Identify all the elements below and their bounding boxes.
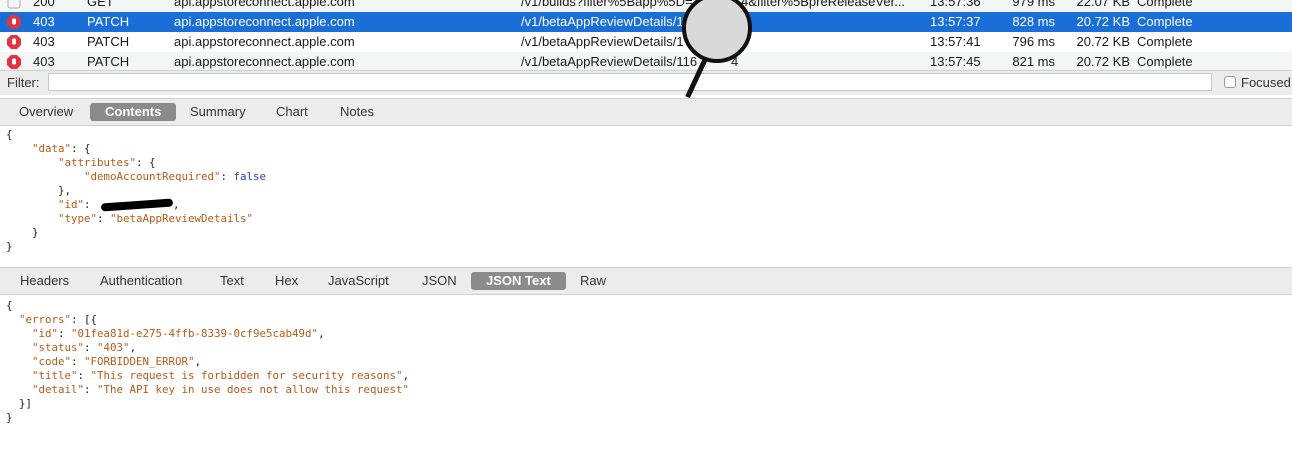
- method: PATCH: [87, 54, 130, 69]
- completion-status: Complete: [1137, 34, 1193, 49]
- host: api.appstoreconnect.apple.com: [174, 34, 355, 49]
- method: PATCH: [87, 34, 130, 49]
- request-tabbar: Overview Contents Summary Chart Notes: [0, 98, 1292, 126]
- info-icon: [7, 0, 21, 9]
- duration: 828 ms: [1012, 14, 1055, 29]
- tab-json[interactable]: JSON: [407, 272, 472, 290]
- tab-chart[interactable]: Chart: [261, 103, 323, 121]
- duration: 796 ms: [1012, 34, 1055, 49]
- duration: 979 ms: [1012, 0, 1055, 9]
- request-list: 200 GET api.appstoreconnect.apple.com /v…: [0, 0, 1292, 70]
- completion-status: Complete: [1137, 0, 1193, 9]
- stop-hand-icon: [7, 15, 21, 29]
- request-json-body: { "data": { "attributes": { "demoAccount…: [6, 128, 267, 253]
- size: 20.72 KB: [1076, 34, 1131, 49]
- filter-input[interactable]: [48, 73, 1212, 91]
- status-code: 403: [33, 14, 55, 29]
- tab-raw[interactable]: Raw: [565, 272, 621, 290]
- tab-contents[interactable]: Contents: [90, 103, 177, 121]
- size: 20.72 KB: [1076, 54, 1131, 69]
- time: 13:57:37: [930, 14, 981, 29]
- redaction-mark: [100, 198, 174, 212]
- tab-javascript[interactable]: JavaScript: [313, 272, 404, 290]
- status-code: 403: [33, 34, 55, 49]
- response-tabbar: Headers Authentication Text Hex JavaScri…: [0, 267, 1292, 295]
- tab-overview[interactable]: Overview: [4, 103, 88, 121]
- tab-authentication[interactable]: Authentication: [85, 272, 197, 290]
- request-row[interactable]: 403 PATCH api.appstoreconnect.apple.com …: [0, 12, 1292, 32]
- host: api.appstoreconnect.apple.com: [174, 14, 355, 29]
- size: 22.07 KB: [1076, 0, 1131, 9]
- size: 20.72 KB: [1076, 14, 1131, 29]
- time: 13:57:45: [930, 54, 981, 69]
- host: api.appstoreconnect.apple.com: [174, 54, 355, 69]
- filter-bar: Filter: Focused: [0, 70, 1292, 95]
- duration: 821 ms: [1012, 54, 1055, 69]
- method: GET: [87, 0, 114, 9]
- request-row[interactable]: 403 PATCH api.appstoreconnect.apple.com …: [0, 32, 1292, 52]
- completion-status: Complete: [1137, 54, 1193, 69]
- tab-headers[interactable]: Headers: [5, 272, 84, 290]
- status-code: 403: [33, 54, 55, 69]
- completion-status: Complete: [1137, 14, 1193, 29]
- time: 13:57:41: [930, 34, 981, 49]
- method: PATCH: [87, 14, 130, 29]
- stop-hand-icon: [7, 35, 21, 49]
- tab-summary[interactable]: Summary: [175, 103, 261, 121]
- filter-label: Filter:: [7, 75, 40, 90]
- focused-label: Focused: [1241, 75, 1291, 90]
- tab-json-text[interactable]: JSON Text: [471, 272, 566, 290]
- stop-hand-icon: [7, 55, 21, 69]
- tab-notes[interactable]: Notes: [325, 103, 389, 121]
- response-json-body: { "errors": [{ "id": "01fea81d-e275-4ffb…: [6, 299, 410, 424]
- host: api.appstoreconnect.apple.com: [174, 0, 355, 9]
- time: 13:57:36: [930, 0, 981, 9]
- request-row[interactable]: 200 GET api.appstoreconnect.apple.com /v…: [0, 0, 1292, 12]
- status-code: 200: [33, 0, 55, 9]
- tab-hex[interactable]: Hex: [260, 272, 313, 290]
- request-row[interactable]: 403 PATCH api.appstoreconnect.apple.com …: [0, 52, 1292, 70]
- tab-text[interactable]: Text: [205, 272, 259, 290]
- focused-checkbox[interactable]: [1224, 76, 1236, 88]
